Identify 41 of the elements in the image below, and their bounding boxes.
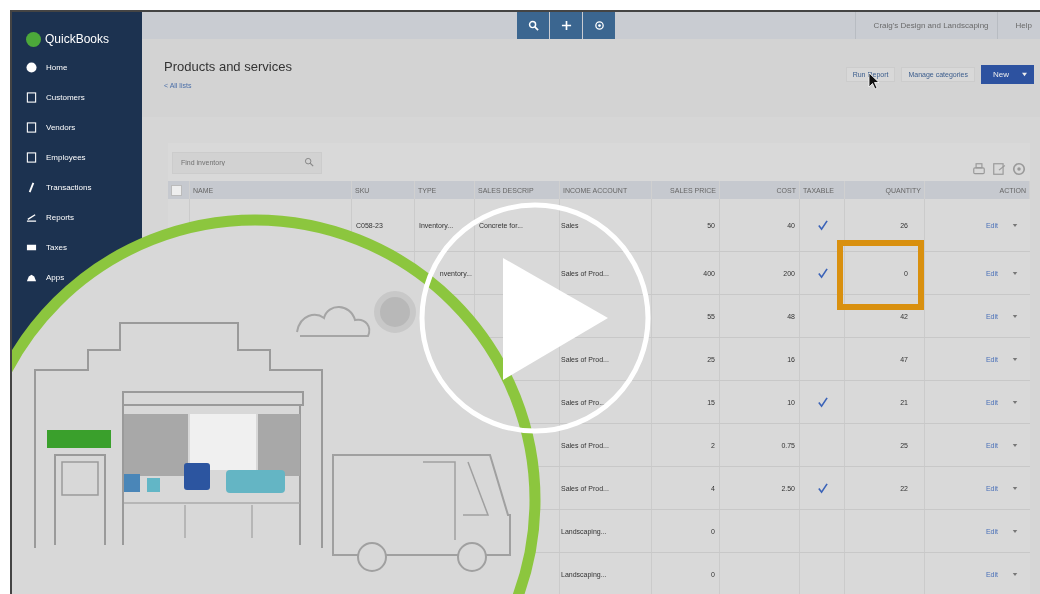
search-button[interactable]: [517, 12, 549, 39]
sidebar-item[interactable]: Employees: [26, 142, 86, 172]
search-icon: [527, 20, 539, 31]
logo-icon: [26, 31, 41, 47]
brand-name: QuickBooks: [45, 32, 110, 46]
export-icon[interactable]: [992, 162, 1006, 176]
settings-button[interactable]: [583, 12, 615, 39]
customers-icon: [26, 91, 37, 103]
sidebar-item[interactable]: Home: [26, 52, 68, 82]
dropdown-caret-icon[interactable]: [1012, 313, 1018, 319]
transactions-icon: [26, 181, 37, 193]
reports-icon: [26, 211, 37, 223]
dropdown-caret-icon[interactable]: [1012, 356, 1018, 362]
new-button[interactable]: New: [981, 65, 1034, 84]
sidebar-item[interactable]: Customers: [26, 82, 85, 112]
dropdown-caret-icon[interactable]: [1012, 528, 1018, 534]
dropdown-caret-icon[interactable]: [1012, 485, 1018, 491]
home-icon: [26, 61, 37, 73]
dropdown-caret-icon[interactable]: [1012, 222, 1018, 228]
sidebar-item[interactable]: Vendors: [26, 112, 76, 142]
sun-drawing: [374, 291, 416, 333]
settings-icon[interactable]: [1012, 162, 1026, 176]
caret-icon: [1021, 72, 1028, 77]
print-icon[interactable]: [972, 162, 986, 176]
search-icon: [304, 157, 314, 167]
settings-icon: [593, 20, 605, 31]
sidebar-item[interactable]: Taxes: [26, 232, 67, 262]
sidebar-item[interactable]: Apps: [26, 262, 65, 292]
dropdown-caret-icon[interactable]: [1012, 270, 1018, 276]
sidebar-item[interactable]: Transactions: [26, 172, 92, 202]
dropdown-caret-icon[interactable]: [1012, 442, 1018, 448]
play-button[interactable]: [419, 202, 651, 434]
dropdown-caret-icon[interactable]: [1012, 571, 1018, 577]
add-button[interactable]: [550, 12, 582, 39]
page-title: Products and services: [164, 59, 292, 74]
plus-icon: [560, 20, 572, 31]
employees-icon: [26, 151, 37, 163]
dropdown-caret-icon[interactable]: [1012, 399, 1018, 405]
vendors-icon: [26, 121, 37, 133]
sidebar-item[interactable]: Reports: [26, 202, 74, 232]
select-all-checkbox[interactable]: [171, 184, 182, 196]
